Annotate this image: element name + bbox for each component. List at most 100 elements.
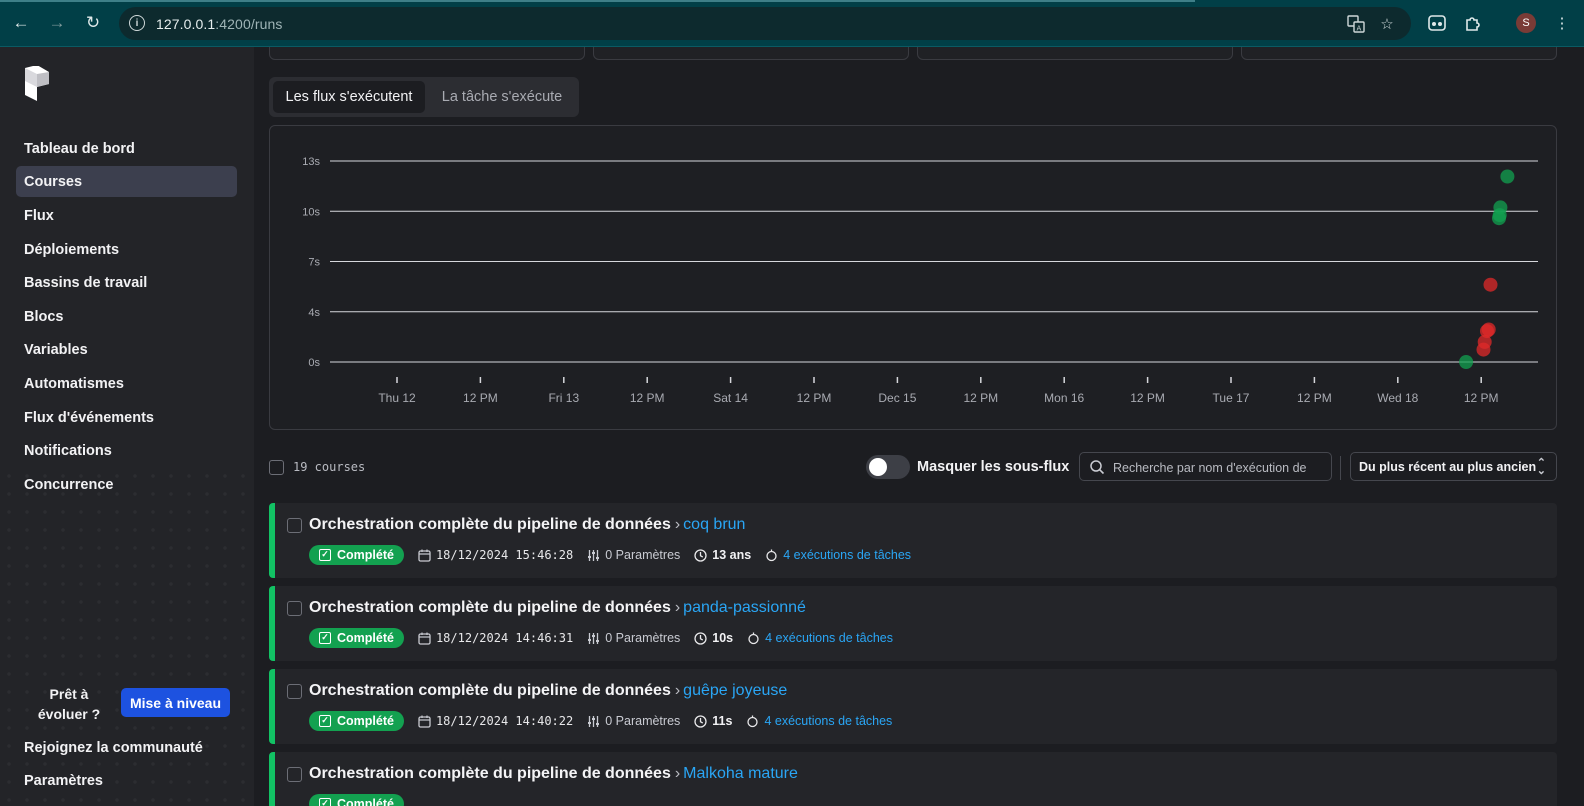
sidebar: Tableau de bord Courses Flux Déploiement… bbox=[0, 47, 254, 806]
extension-icon[interactable] bbox=[1427, 13, 1447, 33]
forward-icon[interactable]: → bbox=[46, 12, 68, 34]
flow-name-link[interactable]: Orchestration complète du pipeline de do… bbox=[309, 516, 671, 533]
menu-kebab-icon[interactable]: ⋮ bbox=[1552, 13, 1572, 33]
summary-card[interactable] bbox=[917, 47, 1233, 60]
divider bbox=[1340, 456, 1341, 480]
run-parameters[interactable]: 0 Paramètres bbox=[587, 548, 680, 562]
run-row[interactable]: Orchestration complète du pipeline de do… bbox=[269, 503, 1557, 578]
search-input[interactable] bbox=[1113, 459, 1325, 476]
sliders-icon bbox=[588, 715, 600, 727]
sidebar-item-flows[interactable]: Flux bbox=[16, 200, 237, 231]
flow-name-link[interactable]: Orchestration complète du pipeline de do… bbox=[309, 682, 671, 699]
sidebar-item-community[interactable]: Rejoignez la communauté bbox=[16, 732, 237, 763]
summary-card[interactable] bbox=[1241, 47, 1557, 60]
run-title: Orchestration complète du pipeline de do… bbox=[309, 682, 787, 700]
summary-card[interactable] bbox=[593, 47, 909, 60]
sidebar-item-dashboard[interactable]: Tableau de bord bbox=[16, 133, 237, 164]
tab-flow-runs[interactable]: Les flux s'exécutent bbox=[273, 81, 425, 113]
x-tick-label: Thu 12 bbox=[378, 391, 416, 405]
run-point[interactable] bbox=[1492, 211, 1506, 226]
select-all-checkbox[interactable] bbox=[269, 460, 284, 475]
run-duration: 11s bbox=[694, 714, 732, 728]
run-title: Orchestration complète du pipeline de do… bbox=[309, 765, 798, 783]
sidebar-item-blocks[interactable]: Blocs bbox=[16, 301, 237, 332]
task-runs-link[interactable]: 4 exécutions de tâches bbox=[746, 714, 892, 728]
hide-subflows-toggle[interactable] bbox=[866, 455, 910, 479]
sidebar-item-settings[interactable]: Paramètres bbox=[16, 765, 237, 796]
flow-name-link[interactable]: Orchestration complète du pipeline de do… bbox=[309, 765, 671, 782]
x-tick-label: Sat 14 bbox=[713, 391, 748, 405]
run-point[interactable] bbox=[1459, 355, 1474, 369]
sort-select[interactable]: Du plus récent au plus ancien ⌃ ⌄ bbox=[1350, 452, 1557, 481]
chevron-right-icon: › bbox=[674, 599, 681, 616]
run-point[interactable] bbox=[1500, 169, 1515, 184]
browser-toolbar: ← → ↻ i 127.0.0.1:4200/runs A ☆ S ⋮ bbox=[0, 0, 1584, 47]
x-tick-label: 12 PM bbox=[1297, 391, 1332, 405]
address-bar[interactable]: i 127.0.0.1:4200/runs A ☆ bbox=[119, 7, 1411, 40]
sidebar-item-runs[interactable]: Courses bbox=[16, 166, 237, 197]
run-date: 18/12/2024 14:40:22 bbox=[418, 714, 573, 728]
hide-subflows-label: Masquer les sous-flux bbox=[917, 459, 1070, 475]
translate-icon[interactable]: A bbox=[1346, 14, 1366, 34]
run-name-link[interactable]: panda-passionné bbox=[683, 599, 806, 616]
run-checkbox[interactable] bbox=[287, 518, 302, 533]
sidebar-item-deployments[interactable]: Déploiements bbox=[16, 234, 237, 265]
run-name-link[interactable]: Malkoha mature bbox=[683, 765, 798, 782]
task-run-icon bbox=[747, 715, 759, 727]
run-parameters[interactable]: 0 Paramètres bbox=[587, 714, 680, 728]
check-icon: ✓ bbox=[319, 549, 331, 561]
back-icon[interactable]: ← bbox=[10, 12, 32, 34]
prefect-logo[interactable] bbox=[24, 66, 50, 104]
sidebar-item-automations[interactable]: Automatismes bbox=[16, 368, 237, 399]
run-point[interactable] bbox=[1483, 277, 1498, 292]
run-name-link[interactable]: coq brun bbox=[683, 516, 745, 533]
sidebar-item-concurrency[interactable]: Concurrence bbox=[16, 469, 237, 500]
sidebar-item-notifications[interactable]: Notifications bbox=[16, 435, 237, 466]
run-name-link[interactable]: guêpe joyeuse bbox=[683, 682, 787, 699]
run-title: Orchestration complète du pipeline de do… bbox=[309, 599, 806, 617]
run-checkbox[interactable] bbox=[287, 601, 302, 616]
run-point[interactable] bbox=[1476, 342, 1491, 357]
run-row[interactable]: Orchestration complète du pipeline de do… bbox=[269, 669, 1557, 744]
clock-icon bbox=[694, 714, 707, 728]
run-row[interactable]: Orchestration complète du pipeline de do… bbox=[269, 586, 1557, 661]
run-title: Orchestration complète du pipeline de do… bbox=[309, 516, 745, 534]
chevron-up-down-icon: ⌃ ⌄ bbox=[1536, 457, 1546, 477]
url-text[interactable]: 127.0.0.1:4200/runs bbox=[156, 16, 282, 32]
x-tick-label: 12 PM bbox=[963, 391, 998, 405]
task-runs-link[interactable]: 4 exécutions de tâches bbox=[765, 548, 911, 562]
run-checkbox[interactable] bbox=[287, 767, 302, 782]
site-info-icon[interactable]: i bbox=[129, 15, 145, 31]
check-icon: ✓ bbox=[319, 632, 331, 644]
chevron-right-icon: › bbox=[674, 765, 681, 782]
calendar-icon bbox=[418, 715, 431, 728]
x-tick-label: Wed 18 bbox=[1377, 391, 1418, 405]
run-row[interactable]: Orchestration complète du pipeline de do… bbox=[269, 752, 1557, 806]
sidebar-item-event-feed[interactable]: Flux d'événements bbox=[16, 402, 237, 433]
sidebar-item-work-pools[interactable]: Bassins de travail bbox=[16, 267, 237, 298]
run-type-tabs: Les flux s'exécutent La tâche s'exécute bbox=[269, 77, 579, 117]
bookmark-star-icon[interactable]: ☆ bbox=[1377, 14, 1397, 34]
profile-avatar[interactable]: S bbox=[1516, 13, 1536, 33]
task-runs-link[interactable]: 4 exécutions de tâches bbox=[747, 631, 893, 645]
summary-card[interactable] bbox=[269, 47, 585, 60]
puzzle-icon[interactable] bbox=[1463, 13, 1483, 33]
status-badge: ✓ Complété bbox=[309, 711, 404, 731]
x-tick-label: Dec 15 bbox=[878, 391, 916, 405]
search-icon bbox=[1090, 460, 1105, 475]
search-box[interactable] bbox=[1079, 452, 1332, 481]
run-checkbox[interactable] bbox=[287, 684, 302, 699]
run-duration: 13 ans bbox=[694, 548, 751, 562]
sidebar-item-variables[interactable]: Variables bbox=[16, 334, 237, 365]
x-tick-label: 12 PM bbox=[463, 391, 498, 405]
flow-name-link[interactable]: Orchestration complète du pipeline de do… bbox=[309, 599, 671, 616]
check-icon: ✓ bbox=[319, 798, 331, 806]
run-date: 18/12/2024 14:46:31 bbox=[418, 631, 573, 645]
upgrade-button[interactable]: Mise à niveau bbox=[121, 688, 230, 717]
run-parameters[interactable]: 0 Paramètres bbox=[587, 631, 680, 645]
scatter-plot[interactable]: 13s 10s 7s 4s 0s Thu 12 12 PM Fri 13 12 PM Sat 14… bbox=[270, 126, 1558, 431]
x-tick-label: 12 PM bbox=[1464, 391, 1499, 405]
reload-icon[interactable]: ↻ bbox=[82, 12, 104, 34]
tab-task-runs[interactable]: La tâche s'exécute bbox=[429, 81, 575, 113]
chevron-right-icon: › bbox=[674, 516, 681, 533]
